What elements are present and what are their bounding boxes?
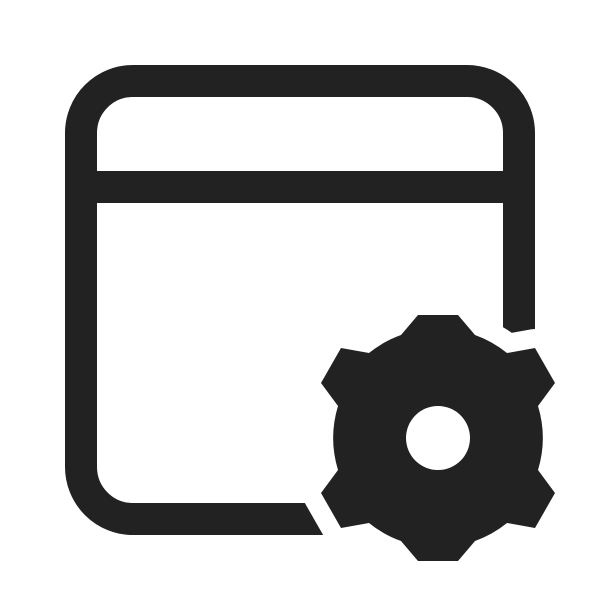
window-settings-icon [65,65,555,561]
icon-canvas [0,0,600,600]
gear-icon [321,315,555,561]
gear-body [321,315,555,561]
window-outline [65,65,535,535]
window-frame-icon [65,65,535,535]
